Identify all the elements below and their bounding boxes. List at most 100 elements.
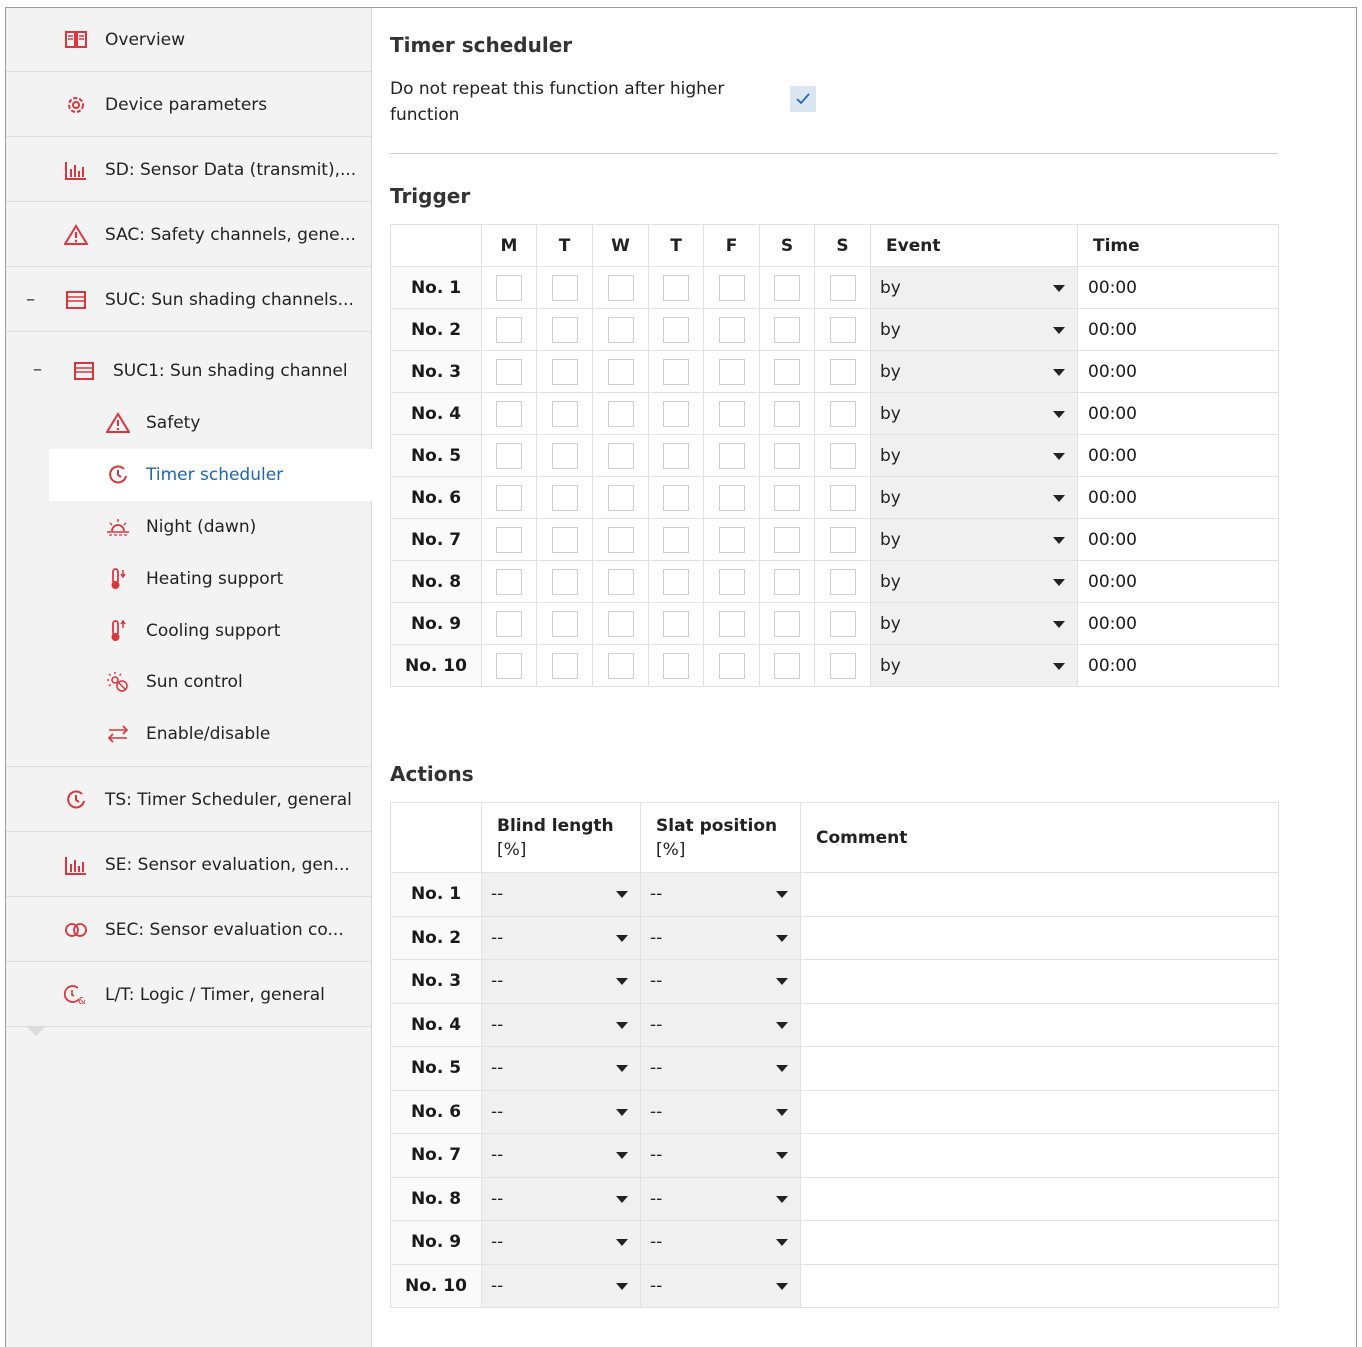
- blind-length-dropdown[interactable]: --: [482, 1177, 640, 1220]
- day-checkbox[interactable]: [774, 358, 800, 385]
- day-checkbox[interactable]: [663, 568, 689, 595]
- day-checkbox[interactable]: [829, 274, 856, 301]
- event-dropdown[interactable]: by: [871, 645, 1077, 686]
- day-checkbox[interactable]: [551, 442, 578, 469]
- time-cell[interactable]: 00:00: [1077, 350, 1279, 393]
- event-dropdown[interactable]: by: [871, 267, 1077, 308]
- time-cell[interactable]: 00:00: [1077, 392, 1279, 435]
- event-dropdown[interactable]: by: [871, 351, 1077, 392]
- sidebar-item-ts-timer-scheduler[interactable]: TS: Timer Scheduler, general: [6, 768, 372, 832]
- day-checkbox[interactable]: [496, 652, 522, 679]
- day-checkbox[interactable]: [496, 442, 522, 469]
- day-checkbox[interactable]: [718, 610, 745, 637]
- day-checkbox[interactable]: [774, 610, 800, 637]
- day-checkbox[interactable]: [663, 526, 689, 553]
- slat-position-dropdown[interactable]: --: [641, 1177, 800, 1220]
- event-dropdown[interactable]: by: [871, 309, 1077, 350]
- day-checkbox[interactable]: [829, 568, 856, 595]
- day-checkbox[interactable]: [551, 274, 578, 301]
- sidebar-item-overview[interactable]: Overview: [6, 8, 372, 72]
- time-cell[interactable]: 00:00: [1077, 476, 1279, 519]
- day-checkbox[interactable]: [829, 526, 856, 553]
- day-checkbox[interactable]: [551, 400, 578, 427]
- comment-cell[interactable]: [800, 872, 1279, 917]
- slat-position-dropdown[interactable]: --: [641, 1003, 800, 1046]
- event-dropdown[interactable]: by: [871, 393, 1077, 434]
- day-checkbox[interactable]: [551, 484, 578, 511]
- sidebar-item-timer-scheduler[interactable]: Timer scheduler: [49, 449, 373, 501]
- sidebar-item-sensor-data[interactable]: SD: Sensor Data (transmit),...: [6, 138, 372, 202]
- day-checkbox[interactable]: [718, 484, 745, 511]
- day-checkbox[interactable]: [774, 274, 800, 301]
- day-checkbox[interactable]: [774, 484, 800, 511]
- time-cell[interactable]: 00:00: [1077, 518, 1279, 561]
- blind-length-dropdown[interactable]: --: [482, 1134, 640, 1177]
- time-cell[interactable]: 00:00: [1077, 602, 1279, 645]
- day-checkbox[interactable]: [663, 652, 689, 679]
- day-checkbox[interactable]: [607, 358, 634, 385]
- day-checkbox[interactable]: [496, 274, 522, 301]
- day-checkbox[interactable]: [829, 610, 856, 637]
- sidebar-item-heating-support[interactable]: Heating support: [6, 553, 372, 605]
- day-checkbox[interactable]: [551, 610, 578, 637]
- blind-length-dropdown[interactable]: --: [482, 1003, 640, 1046]
- day-checkbox[interactable]: [718, 652, 745, 679]
- event-dropdown[interactable]: by: [871, 561, 1077, 602]
- day-checkbox[interactable]: [496, 526, 522, 553]
- event-dropdown[interactable]: by: [871, 435, 1077, 476]
- day-checkbox[interactable]: [496, 610, 522, 637]
- day-checkbox[interactable]: [607, 568, 634, 595]
- day-checkbox[interactable]: [774, 442, 800, 469]
- time-cell[interactable]: 00:00: [1077, 434, 1279, 477]
- sidebar-item-suc1[interactable]: SUC1: Sun shading channel: [6, 345, 372, 397]
- day-checkbox[interactable]: [551, 316, 578, 343]
- day-checkbox[interactable]: [663, 610, 689, 637]
- sidebar-item-night-dawn[interactable]: Night (dawn): [6, 501, 372, 553]
- day-checkbox[interactable]: [607, 610, 634, 637]
- blind-length-dropdown[interactable]: --: [482, 1264, 640, 1307]
- slat-position-dropdown[interactable]: --: [641, 1047, 800, 1090]
- sidebar-item-sun-shading-channels[interactable]: SUC: Sun shading channels...: [6, 268, 372, 332]
- day-checkbox[interactable]: [774, 400, 800, 427]
- day-checkbox[interactable]: [829, 400, 856, 427]
- sidebar-item-safety-channels[interactable]: SAC: Safety channels, gene...: [6, 203, 372, 267]
- sidebar-item-logic-timer[interactable]: & L/T: Logic / Timer, general: [6, 963, 372, 1027]
- sidebar-item-sensor-evaluation-combined[interactable]: SEC: Sensor evaluation co...: [6, 898, 372, 962]
- comment-cell[interactable]: [800, 1133, 1279, 1178]
- day-checkbox[interactable]: [607, 526, 634, 553]
- day-checkbox[interactable]: [774, 652, 800, 679]
- comment-cell[interactable]: [800, 1046, 1279, 1091]
- day-checkbox[interactable]: [718, 442, 745, 469]
- slat-position-dropdown[interactable]: --: [641, 916, 800, 959]
- comment-cell[interactable]: [800, 1220, 1279, 1265]
- day-checkbox[interactable]: [551, 358, 578, 385]
- comment-cell[interactable]: [800, 1002, 1279, 1047]
- slat-position-dropdown[interactable]: --: [641, 1134, 800, 1177]
- blind-length-dropdown[interactable]: --: [482, 1221, 640, 1264]
- time-cell[interactable]: 00:00: [1077, 308, 1279, 351]
- day-checkbox[interactable]: [829, 442, 856, 469]
- day-checkbox[interactable]: [663, 274, 689, 301]
- comment-cell[interactable]: [800, 1089, 1279, 1134]
- day-checkbox[interactable]: [551, 526, 578, 553]
- sidebar-item-cooling-support[interactable]: Cooling support: [6, 605, 372, 657]
- day-checkbox[interactable]: [607, 442, 634, 469]
- blind-length-dropdown[interactable]: --: [482, 873, 640, 916]
- day-checkbox[interactable]: [774, 568, 800, 595]
- event-dropdown[interactable]: by: [871, 477, 1077, 518]
- day-checkbox[interactable]: [718, 568, 745, 595]
- time-cell[interactable]: 00:00: [1077, 644, 1279, 687]
- time-cell[interactable]: 00:00: [1077, 560, 1279, 603]
- slat-position-dropdown[interactable]: --: [641, 1090, 800, 1133]
- day-checkbox[interactable]: [774, 526, 800, 553]
- day-checkbox[interactable]: [663, 358, 689, 385]
- day-checkbox[interactable]: [829, 316, 856, 343]
- comment-cell[interactable]: [800, 959, 1279, 1004]
- day-checkbox[interactable]: [718, 400, 745, 427]
- day-checkbox[interactable]: [829, 652, 856, 679]
- blind-length-dropdown[interactable]: --: [482, 960, 640, 1003]
- day-checkbox[interactable]: [496, 484, 522, 511]
- slat-position-dropdown[interactable]: --: [641, 1264, 800, 1307]
- comment-cell[interactable]: [800, 1176, 1279, 1221]
- day-checkbox[interactable]: [607, 400, 634, 427]
